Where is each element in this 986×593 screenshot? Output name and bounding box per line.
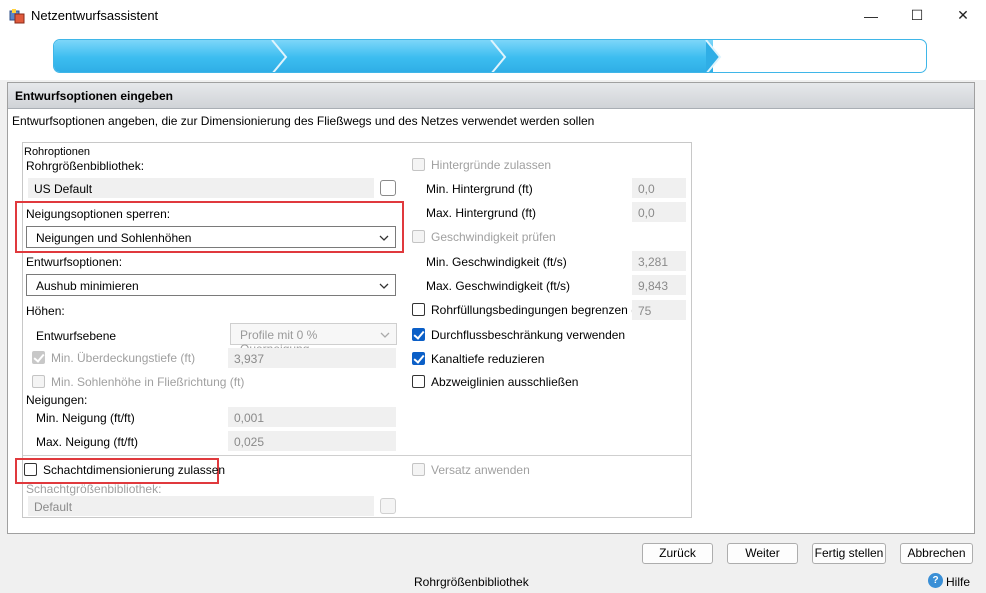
manhole-library-label: Schachtgrößenbibliothek:: [26, 482, 162, 496]
flow-limit-label: Durchflussbeschränkung verwenden: [431, 328, 626, 342]
max-slope-label: Max. Neigung (ft/ft): [36, 435, 139, 449]
allow-manhole-label: Schachtdimensionierung zulassen: [43, 463, 226, 477]
limit-fill-label: Rohrfüllungsbedingungen begrenzen (%): [431, 303, 650, 317]
min-background-label: Min. Hintergrund (ft): [426, 182, 533, 196]
reduce-depth-label: Kanaltiefe reduzieren: [431, 352, 545, 366]
max-slope-field[interactable]: 0,025: [228, 431, 396, 451]
slope-lock-label: Neigungsoptionen sperren:: [26, 207, 171, 221]
min-cover-field[interactable]: 3,937: [228, 348, 396, 368]
chevron-down-icon: [379, 235, 389, 241]
help-icon[interactable]: ?: [928, 573, 943, 588]
manhole-library-field[interactable]: Default: [28, 496, 374, 516]
back-button[interactable]: Zurück: [642, 543, 713, 564]
exclude-branches-label: Abzweiglinien ausschließen: [431, 375, 579, 389]
pipe-library-label: Rohrgrößenbibliothek:: [26, 159, 145, 173]
help-link[interactable]: Hilfe: [946, 575, 970, 589]
allow-backgrounds-label: Hintergründe zulassen: [431, 158, 552, 172]
network-wizard-icon: [9, 9, 25, 24]
panel-header: Entwurfsoptionen eingeben: [8, 83, 974, 109]
step-chevrons: [271, 40, 722, 72]
min-invert-label: Min. Sohlenhöhe in Fließrichtung (ft): [51, 375, 245, 389]
limit-fill-field[interactable]: 75: [632, 300, 686, 320]
design-plane-select[interactable]: Profile mit 0 % Querneigung: [230, 323, 397, 356]
min-cover-label: Min. Überdeckungstiefe (ft): [51, 351, 196, 365]
design-options-select[interactable]: Aushub minimieren: [26, 274, 396, 296]
maximize-button[interactable]: ☐: [894, 0, 940, 31]
pipe-library-browse-button[interactable]: [380, 180, 396, 196]
allow-backgrounds-checkbox[interactable]: [412, 158, 425, 171]
apply-offset-label: Versatz anwenden: [431, 463, 530, 477]
design-options-value: Aushub minimieren: [36, 279, 139, 293]
slope-lock-select[interactable]: Neigungen und Sohlenhöhen: [26, 226, 396, 248]
min-velocity-label: Min. Geschwindigkeit (ft/s): [426, 255, 567, 269]
min-slope-field[interactable]: 0,001: [228, 407, 396, 427]
check-velocity-checkbox[interactable]: [412, 230, 425, 243]
exclude-branches-checkbox[interactable]: [412, 375, 425, 388]
max-background-label: Max. Hintergrund (ft): [426, 206, 537, 220]
max-velocity-field[interactable]: 9,843: [632, 275, 686, 295]
min-velocity-field[interactable]: 3,281: [632, 251, 686, 271]
minimize-button[interactable]: —: [848, 0, 894, 31]
allow-manhole-checkbox[interactable]: [24, 463, 37, 476]
group-separator: [23, 455, 691, 456]
pipe-library-field[interactable]: US Default: [28, 178, 374, 198]
max-background-field[interactable]: 0,0: [632, 202, 686, 222]
chevron-down-icon: [379, 283, 389, 289]
reduce-depth-checkbox[interactable]: [412, 352, 425, 365]
group-title: Rohroptionen: [24, 146, 93, 158]
finish-button[interactable]: Fertig stellen: [812, 543, 886, 564]
status-text: Rohrgrößenbibliothek: [414, 575, 529, 589]
panel-title: Entwurfsoptionen eingeben: [15, 89, 173, 103]
slope-lock-value: Neigungen und Sohlenhöhen: [36, 231, 192, 245]
check-velocity-label: Geschwindigkeit prüfen: [431, 230, 556, 244]
min-invert-checkbox[interactable]: [32, 375, 45, 388]
elevations-label: Höhen:: [26, 304, 65, 318]
manhole-library-browse-button[interactable]: [380, 498, 396, 514]
limit-fill-checkbox[interactable]: [412, 303, 425, 316]
cancel-button[interactable]: Abbrechen: [900, 543, 973, 564]
min-background-field[interactable]: 0,0: [632, 178, 686, 198]
max-velocity-label: Max. Geschwindigkeit (ft/s): [426, 279, 571, 293]
design-options-label: Entwurfsoptionen:: [26, 255, 123, 269]
min-slope-label: Min. Neigung (ft/ft): [36, 411, 135, 425]
panel-description: Entwurfsoptionen angeben, die zur Dimens…: [12, 114, 595, 128]
min-cover-checkbox[interactable]: [32, 351, 45, 364]
design-plane-label: Entwurfsebene: [36, 329, 117, 343]
slopes-label: Neigungen:: [26, 393, 88, 407]
next-button[interactable]: Weiter: [727, 543, 798, 564]
close-button[interactable]: ✕: [940, 0, 986, 31]
window-title: Netzentwurfsassistent: [31, 8, 159, 23]
wizard-progress-bar: [53, 39, 927, 73]
flow-limit-checkbox[interactable]: [412, 328, 425, 341]
chevron-down-icon: [380, 332, 390, 338]
apply-offset-checkbox[interactable]: [412, 463, 425, 476]
